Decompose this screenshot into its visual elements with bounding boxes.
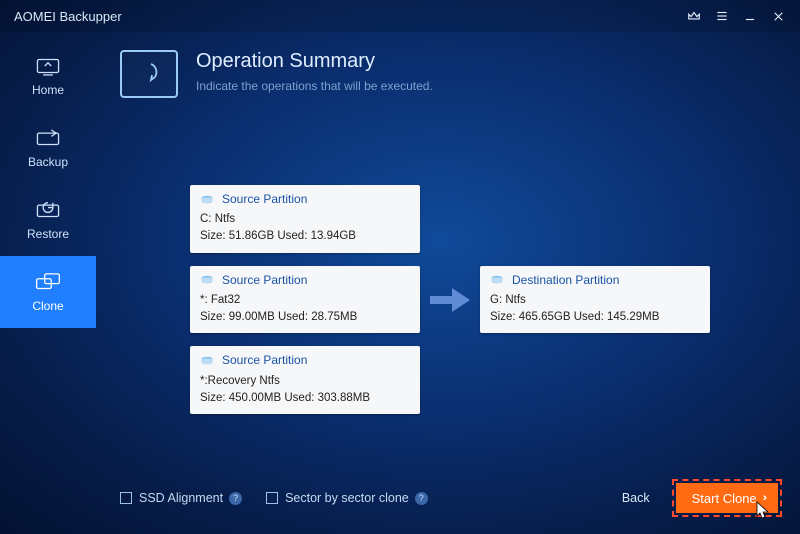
sidebar-item-backup[interactable]: Backup xyxy=(0,112,96,184)
clone-icon xyxy=(34,271,62,293)
start-clone-button[interactable]: Start Clone ›› xyxy=(676,483,778,513)
sidebar-item-label: Clone xyxy=(32,299,63,313)
summary-icon xyxy=(120,50,178,98)
card-line2: Size: 465.65GB Used: 145.29MB xyxy=(490,309,700,326)
page-title: Operation Summary xyxy=(196,50,433,73)
card-title: Source Partition xyxy=(222,191,307,208)
help-icon[interactable]: ? xyxy=(415,492,428,505)
destination-partition-card[interactable]: Destination Partition G: Ntfs Size: 465.… xyxy=(480,266,710,334)
footer: SSD Alignment ? Sector by sector clone ?… xyxy=(120,478,782,518)
checkbox-label: Sector by sector clone xyxy=(285,491,409,505)
title-bar: AOMEI Backupper xyxy=(0,0,800,32)
source-partition-card[interactable]: Source Partition *: Fat32 Size: 99.00MB … xyxy=(190,266,420,334)
source-partition-card[interactable]: Source Partition *:Recovery Ntfs Size: 4… xyxy=(190,346,420,414)
vip-icon[interactable] xyxy=(680,2,708,30)
help-icon[interactable]: ? xyxy=(229,492,242,505)
card-line1: G: Ntfs xyxy=(490,292,700,309)
card-line1: C: Ntfs xyxy=(200,211,410,228)
close-button[interactable] xyxy=(764,2,792,30)
home-icon xyxy=(34,55,62,77)
sector-by-sector-checkbox[interactable]: Sector by sector clone ? xyxy=(266,491,428,505)
destination-column: Destination Partition G: Ntfs Size: 465.… xyxy=(480,266,710,334)
checkbox-label: SSD Alignment xyxy=(139,491,223,505)
arrow-icon xyxy=(420,286,480,314)
chevron-right-icon: ›› xyxy=(763,492,764,504)
sidebar-item-label: Home xyxy=(32,83,64,97)
card-title: Destination Partition xyxy=(512,272,619,289)
sidebar-item-label: Backup xyxy=(28,155,68,169)
page-subtitle: Indicate the operations that will be exe… xyxy=(196,79,433,93)
checkbox-box xyxy=(266,492,278,504)
sidebar-item-restore[interactable]: Restore xyxy=(0,184,96,256)
disk-icon xyxy=(200,195,214,205)
app-title: AOMEI Backupper xyxy=(14,9,122,24)
card-line1: *: Fat32 xyxy=(200,292,410,309)
card-title: Source Partition xyxy=(222,272,307,289)
start-clone-label: Start Clone xyxy=(692,491,757,506)
sidebar: Home Backup Restore Clone xyxy=(0,40,96,534)
source-column: Source Partition C: Ntfs Size: 51.86GB U… xyxy=(190,185,420,414)
start-clone-highlight: Start Clone ›› xyxy=(672,479,782,517)
disk-icon xyxy=(490,275,504,285)
card-line1: *:Recovery Ntfs xyxy=(200,373,410,390)
restore-icon xyxy=(34,199,62,221)
summary-content: Source Partition C: Ntfs Size: 51.86GB U… xyxy=(190,185,770,414)
sidebar-item-clone[interactable]: Clone xyxy=(0,256,96,328)
card-line2: Size: 51.86GB Used: 13.94GB xyxy=(200,228,410,245)
back-button[interactable]: Back xyxy=(622,491,650,505)
disk-icon xyxy=(200,275,214,285)
sidebar-item-home[interactable]: Home xyxy=(0,40,96,112)
card-line2: Size: 450.00MB Used: 303.88MB xyxy=(200,390,410,407)
page-header: Operation Summary Indicate the operation… xyxy=(120,50,760,98)
card-line2: Size: 99.00MB Used: 28.75MB xyxy=(200,309,410,326)
checkbox-box xyxy=(120,492,132,504)
source-partition-card[interactable]: Source Partition C: Ntfs Size: 51.86GB U… xyxy=(190,185,420,253)
card-title: Source Partition xyxy=(222,352,307,369)
sidebar-item-label: Restore xyxy=(27,227,69,241)
disk-icon xyxy=(200,356,214,366)
backup-icon xyxy=(34,127,62,149)
ssd-alignment-checkbox[interactable]: SSD Alignment ? xyxy=(120,491,242,505)
minimize-button[interactable] xyxy=(736,2,764,30)
menu-icon[interactable] xyxy=(708,2,736,30)
